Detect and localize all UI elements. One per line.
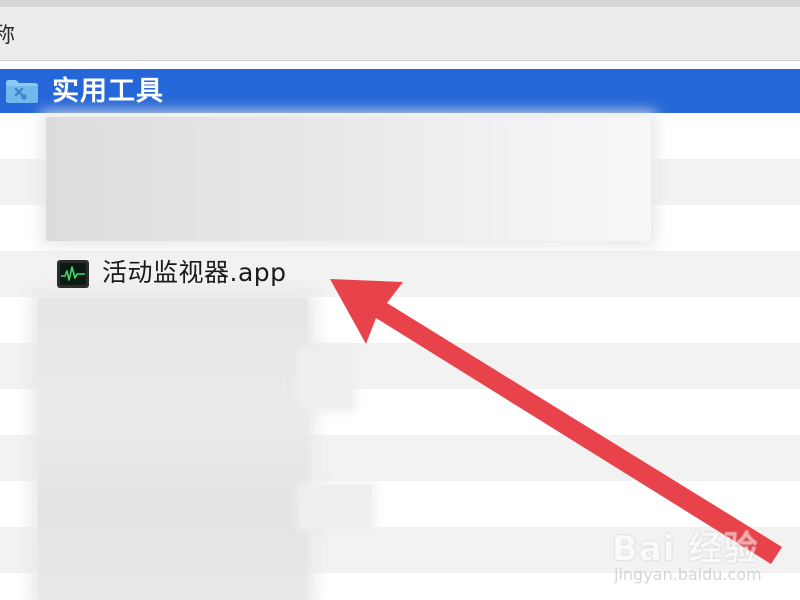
window-top-edge (0, 0, 800, 7)
watermark-url: jingyan.baidu.com (614, 565, 762, 584)
folder-tools-icon (6, 80, 38, 103)
row-spacer (0, 61, 800, 69)
selected-folder-row[interactable]: 实用工具 (0, 69, 800, 113)
activity-monitor-label[interactable]: 活动监视器.app (102, 256, 287, 290)
activity-monitor-icon (57, 260, 89, 288)
selected-folder-label: 实用工具 (52, 76, 164, 107)
baidu-watermark: Bai 经验 jingyan.baidu.com (612, 530, 792, 590)
finder-window: 称 实用工具 活动监视器.app Bai 经验 jingyan.baidu.co… (0, 0, 800, 600)
column-header[interactable]: 称 (0, 7, 800, 61)
blurred-region (46, 117, 651, 241)
name-column-header[interactable]: 称 (0, 23, 15, 47)
blurred-region (38, 298, 308, 600)
watermark-logo-text: Bai 经验 (612, 529, 759, 569)
blurred-region (300, 485, 372, 527)
blurred-region (300, 350, 352, 408)
